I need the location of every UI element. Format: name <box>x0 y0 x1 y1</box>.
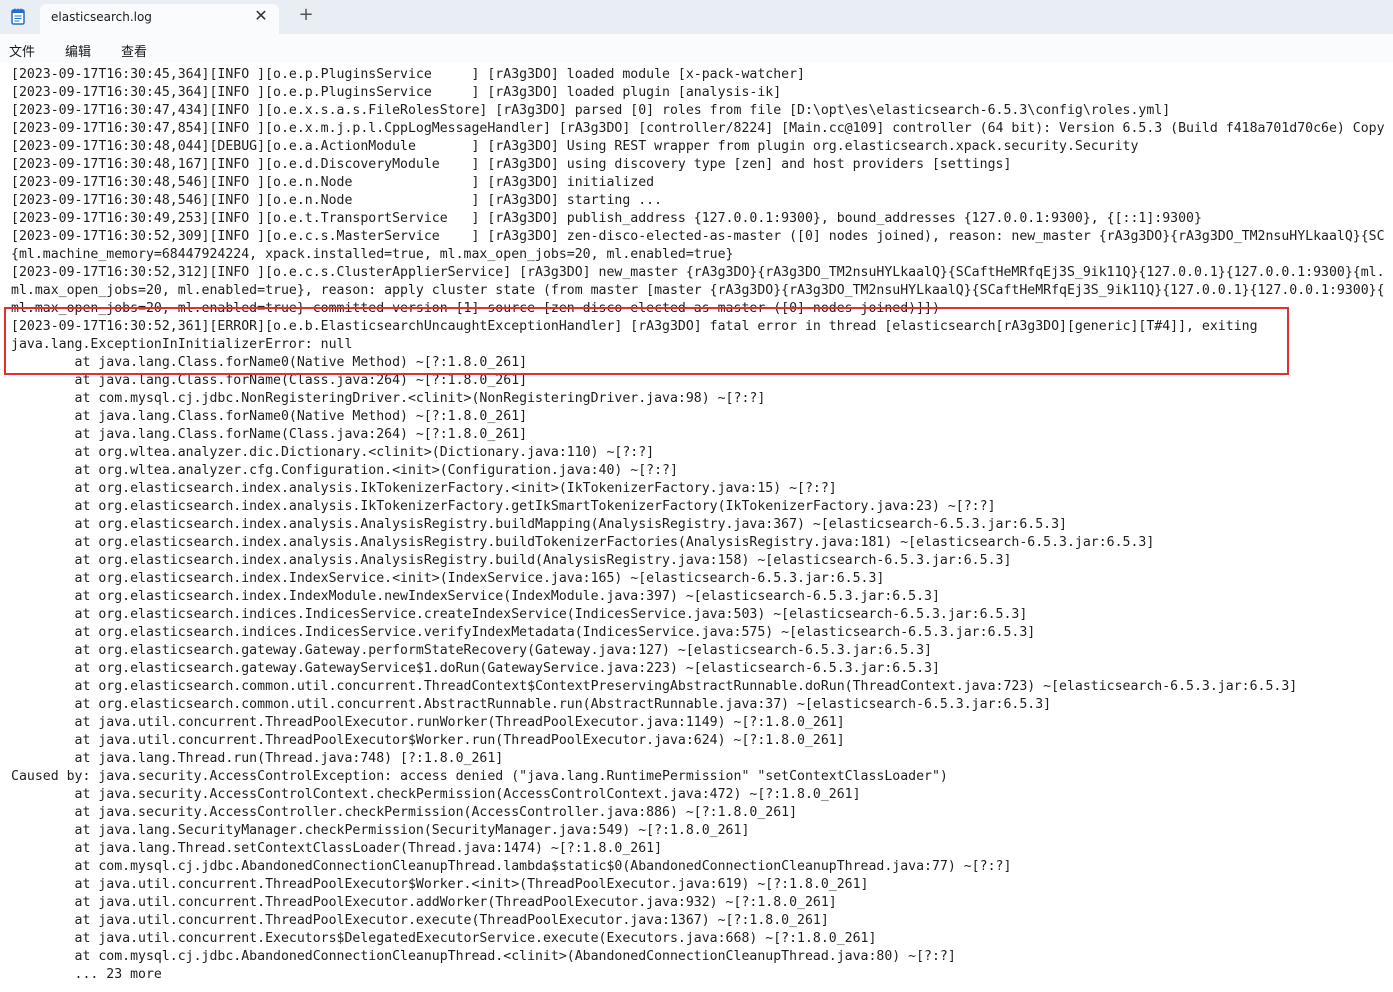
log-line: at org.elasticsearch.index.analysis.Anal… <box>11 517 1067 532</box>
text-editor[interactable]: [2023-09-17T16:30:45,364][INFO ][o.e.p.P… <box>0 63 1393 992</box>
tab-title: elasticsearch.log <box>51 10 152 24</box>
log-line: [2023-09-17T16:30:47,434][INFO ][o.e.x.s… <box>11 103 1171 118</box>
title-bar: elasticsearch.log ✕ + <box>0 0 1393 34</box>
log-line: at java.util.concurrent.ThreadPoolExecut… <box>11 913 829 928</box>
log-line: [2023-09-17T16:30:45,364][INFO ][o.e.p.P… <box>11 67 805 82</box>
log-line: at java.util.concurrent.ThreadPoolExecut… <box>11 877 869 892</box>
log-line: at org.elasticsearch.indices.IndicesServ… <box>11 607 1028 622</box>
log-line: [2023-09-17T16:30:48,546][INFO ][o.e.n.N… <box>11 193 663 208</box>
notepad-icon <box>11 8 25 25</box>
log-line: [2023-09-17T16:30:47,854][INFO ][o.e.x.m… <box>11 121 1385 136</box>
error-highlight-box <box>4 307 1289 375</box>
log-line: at org.elasticsearch.index.analysis.Anal… <box>11 535 1155 550</box>
close-icon[interactable]: ✕ <box>252 7 270 25</box>
log-line: at java.util.concurrent.Executors$Delega… <box>11 931 877 946</box>
log-line: at com.mysql.cj.jdbc.AbandonedConnection… <box>11 859 1012 874</box>
log-line: ml.max_open_jobs=20, ml.enabled=true}, r… <box>11 283 1385 298</box>
log-line: at org.wltea.analyzer.cfg.Configuration.… <box>11 463 678 478</box>
log-line: [2023-09-17T16:30:48,167][INFO ][o.e.d.D… <box>11 157 1012 172</box>
tab-elasticsearch-log[interactable]: elasticsearch.log ✕ <box>40 4 279 34</box>
log-line: at org.wltea.analyzer.dic.Dictionary.<cl… <box>11 445 655 460</box>
log-line: at java.lang.Thread.setContextClassLoade… <box>11 841 663 856</box>
menu-view[interactable]: 查看 <box>121 41 147 60</box>
log-line: [2023-09-17T16:30:49,253][INFO ][o.e.t.T… <box>11 211 1202 226</box>
log-line: at org.elasticsearch.index.analysis.Anal… <box>11 553 1012 568</box>
menu-edit[interactable]: 编辑 <box>65 41 91 60</box>
log-line: at org.elasticsearch.gateway.GatewayServ… <box>11 661 940 676</box>
log-line: at java.util.concurrent.ThreadPoolExecut… <box>11 715 845 730</box>
log-line: [2023-09-17T16:30:45,364][INFO ][o.e.p.P… <box>11 85 782 100</box>
log-line: at java.lang.Class.forName0(Native Metho… <box>11 409 528 424</box>
log-line: at com.mysql.cj.jdbc.AbandonedConnection… <box>11 949 956 964</box>
log-line: at java.util.concurrent.ThreadPoolExecut… <box>11 895 837 910</box>
log-line: Caused by: java.security.AccessControlEx… <box>11 769 948 784</box>
log-line: at com.mysql.cj.jdbc.NonRegisteringDrive… <box>11 391 766 406</box>
log-line: at org.elasticsearch.index.IndexModule.n… <box>11 589 940 604</box>
log-line: at java.lang.SecurityManager.checkPermis… <box>11 823 750 838</box>
log-line: at org.elasticsearch.gateway.Gateway.per… <box>11 643 932 658</box>
log-line: at org.elasticsearch.common.util.concurr… <box>11 697 1052 712</box>
log-line: [2023-09-17T16:30:48,546][INFO ][o.e.n.N… <box>11 175 655 190</box>
log-line: [2023-09-17T16:30:48,044][DEBUG][o.e.a.A… <box>11 139 1139 154</box>
log-line: at org.elasticsearch.index.analysis.IkTo… <box>11 481 837 496</box>
log-line: at java.util.concurrent.ThreadPoolExecut… <box>11 733 845 748</box>
plus-icon[interactable]: + <box>297 6 315 24</box>
log-line: [2023-09-17T16:30:52,312][INFO ][o.e.c.s… <box>11 265 1385 280</box>
log-line: at org.elasticsearch.index.IndexService.… <box>11 571 885 586</box>
log-line: at java.security.AccessControlContext.ch… <box>11 787 861 802</box>
log-line: at org.elasticsearch.index.analysis.IkTo… <box>11 499 996 514</box>
log-line: [2023-09-17T16:30:52,309][INFO ][o.e.c.s… <box>11 229 1385 244</box>
log-content: [2023-09-17T16:30:45,364][INFO ][o.e.p.P… <box>11 66 1385 984</box>
log-line: at java.security.AccessController.checkP… <box>11 805 798 820</box>
menu-file[interactable]: 文件 <box>9 41 35 60</box>
log-line: ... 23 more <box>11 967 162 982</box>
log-line: {ml.machine_memory=68447924224, xpack.in… <box>11 247 734 262</box>
log-line: at java.lang.Thread.run(Thread.java:748)… <box>11 751 504 766</box>
log-line: at org.elasticsearch.common.util.concurr… <box>11 679 1298 694</box>
log-line: at java.lang.Class.forName(Class.java:26… <box>11 427 528 442</box>
log-line: at org.elasticsearch.indices.IndicesServ… <box>11 625 1036 640</box>
menu-bar: 文件 编辑 查看 <box>0 34 1393 63</box>
